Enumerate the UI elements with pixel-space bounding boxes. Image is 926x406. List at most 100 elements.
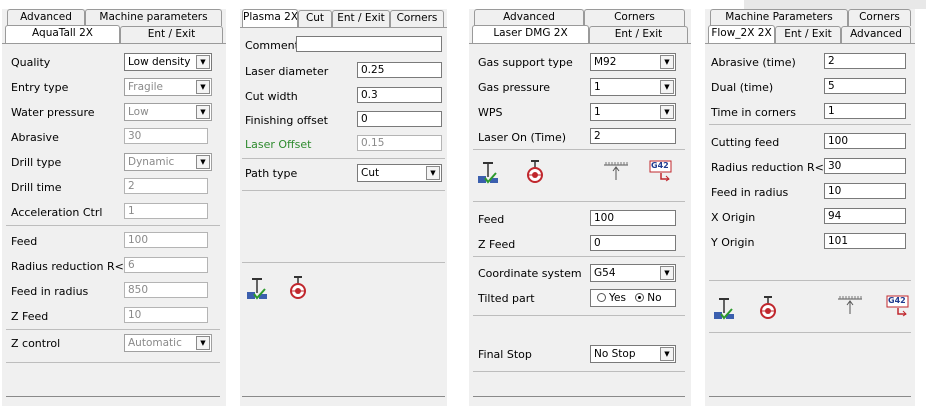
g42-compensation-icon[interactable]: G42 — [649, 160, 672, 182]
chevron-down-icon[interactable]: ▼ — [196, 80, 210, 94]
x-origin-input[interactable]: 94 — [824, 208, 906, 224]
tilted-no-radio[interactable] — [635, 293, 645, 302]
chevron-down-icon[interactable]: ▼ — [660, 266, 674, 280]
tab-cut[interactable]: Cut — [298, 10, 332, 27]
wps-select[interactable]: 1 ▼ — [590, 103, 676, 121]
tab-laser-dmg-2x[interactable]: Laser DMG 2X — [472, 25, 589, 43]
entry-type-label: Entry type — [11, 81, 69, 94]
tilted-yes-radio[interactable] — [597, 293, 606, 302]
tab-aquatall-2x[interactable]: AquaTall 2X — [5, 25, 120, 43]
chevron-down-icon[interactable]: ▼ — [660, 80, 674, 94]
chevron-down-icon[interactable]: ▼ — [660, 105, 674, 119]
drill-entry-icon[interactable] — [713, 295, 735, 321]
tab-divider — [469, 43, 691, 44]
radius-reduction-input[interactable]: 6 — [124, 257, 208, 273]
acceleration-ctrl-input[interactable]: 1 — [124, 203, 208, 219]
gas-support-type-label: Gas support type — [478, 56, 573, 69]
drill-entry-icon[interactable] — [477, 159, 499, 185]
chevron-down-icon[interactable]: ▼ — [196, 55, 210, 69]
cut-width-input[interactable]: 0.3 — [357, 87, 442, 103]
laser-on-time-input[interactable]: 2 — [590, 128, 676, 144]
separator — [6, 225, 220, 226]
pierce-marker-icon[interactable] — [524, 159, 546, 185]
tab-ent-exit[interactable]: Ent / Exit — [589, 26, 688, 43]
g42-compensation-icon[interactable]: G42 — [886, 295, 909, 317]
laser-diameter-label: Laser diameter — [245, 65, 329, 78]
surface-probe-icon[interactable] — [836, 293, 864, 315]
chevron-down-icon[interactable]: ▼ — [196, 336, 210, 350]
feed-input[interactable]: 100 — [590, 210, 676, 226]
pierce-marker-icon[interactable] — [757, 295, 779, 321]
coordinate-system-value: G54 — [594, 267, 616, 279]
y-origin-input[interactable]: 101 — [824, 233, 906, 249]
separator — [6, 362, 220, 363]
radius-reduction-label: Radius reduction R<= — [11, 260, 134, 273]
gas-support-type-select[interactable]: M92 ▼ — [590, 53, 676, 71]
laser-offset-input[interactable]: 0.15 — [357, 135, 442, 151]
chevron-down-icon[interactable]: ▼ — [660, 347, 674, 361]
radius-reduction-input[interactable]: 30 — [824, 158, 906, 174]
tab-advanced[interactable]: Advanced — [474, 9, 584, 26]
dual-time-input[interactable]: 5 — [824, 78, 906, 94]
drill-type-label: Drill type — [11, 156, 62, 169]
separator — [6, 329, 220, 330]
gas-pressure-select[interactable]: 1 ▼ — [590, 78, 676, 96]
chevron-down-icon[interactable]: ▼ — [196, 105, 210, 119]
z-feed-input[interactable]: 0 — [590, 235, 676, 251]
drill-type-select[interactable]: Dynamic ▼ — [124, 153, 212, 171]
gas-support-type-value: M92 — [594, 56, 617, 68]
tab-corners[interactable]: Corners — [584, 9, 685, 26]
tab-plasma-2x[interactable]: Plasma 2X — [242, 9, 298, 27]
tab-advanced[interactable]: Advanced — [7, 9, 85, 26]
laser-diameter-input[interactable]: 0.25 — [357, 62, 442, 78]
surface-probe-icon[interactable] — [602, 159, 630, 181]
tab-machine-parameters[interactable]: Machine parameters — [85, 9, 222, 26]
time-in-corners-input[interactable]: 1 — [824, 103, 906, 119]
water-pressure-label: Water pressure — [11, 106, 95, 119]
z-feed-input[interactable]: 10 — [124, 307, 208, 323]
water-pressure-select[interactable]: Low ▼ — [124, 103, 212, 121]
coordinate-system-select[interactable]: G54 ▼ — [590, 264, 676, 282]
panel-bottom-border — [709, 396, 911, 397]
chevron-down-icon[interactable]: ▼ — [426, 166, 440, 180]
tab-advanced[interactable]: Advanced — [841, 26, 911, 43]
feed-input[interactable]: 100 — [124, 232, 208, 248]
quality-select[interactable]: Low density ▼ — [124, 53, 212, 71]
tab-machine-parameters[interactable]: Machine Parameters — [710, 9, 848, 26]
entry-type-select[interactable]: Fragile ▼ — [124, 78, 212, 96]
tab-ent-exit[interactable]: Ent / Exit — [775, 26, 841, 43]
z-control-select[interactable]: Automatic ▼ — [124, 334, 212, 352]
feed-in-radius-input[interactable]: 850 — [124, 282, 208, 298]
abrasive-time-input[interactable]: 2 — [824, 53, 906, 69]
wps-value: 1 — [594, 106, 601, 118]
cutting-feed-input[interactable]: 100 — [824, 133, 906, 149]
tab-ent-exit[interactable]: Ent / Exit — [332, 10, 390, 27]
top-strip — [744, 0, 926, 9]
finishing-offset-label: Finishing offset — [245, 114, 328, 127]
entry-type-value: Fragile — [128, 81, 163, 93]
feed-in-radius-label: Feed in radius — [11, 285, 89, 298]
separator — [709, 124, 911, 125]
comment-input[interactable] — [296, 36, 442, 52]
path-type-select[interactable]: Cut ▼ — [357, 164, 442, 182]
feed-in-radius-input[interactable]: 10 — [824, 183, 906, 199]
drill-entry-icon[interactable] — [246, 275, 268, 301]
path-type-label: Path type — [245, 167, 298, 180]
laser-panel: Advanced Corners Laser DMG 2X Ent / Exit… — [469, 9, 691, 406]
abrasive-time-label: Abrasive (time) — [711, 56, 796, 69]
tab-corners[interactable]: Corners — [390, 10, 444, 27]
tab-flow-2x[interactable]: Flow_2X 2X — [708, 25, 775, 43]
finishing-offset-input[interactable]: 0 — [357, 111, 442, 127]
abrasive-input[interactable]: 30 — [124, 128, 208, 144]
drill-time-input[interactable]: 2 — [124, 178, 208, 194]
z-feed-label: Z Feed — [11, 310, 49, 323]
tab-divider — [2, 43, 226, 44]
feed-label: Feed — [478, 213, 505, 226]
tilted-part-label: Tilted part — [478, 292, 535, 305]
tab-ent-exit[interactable]: Ent / Exit — [120, 26, 223, 43]
chevron-down-icon[interactable]: ▼ — [660, 55, 674, 69]
final-stop-select[interactable]: No Stop ▼ — [590, 345, 676, 363]
chevron-down-icon[interactable]: ▼ — [196, 155, 210, 169]
tab-corners[interactable]: Corners — [848, 9, 911, 26]
pierce-marker-icon[interactable] — [287, 275, 309, 301]
